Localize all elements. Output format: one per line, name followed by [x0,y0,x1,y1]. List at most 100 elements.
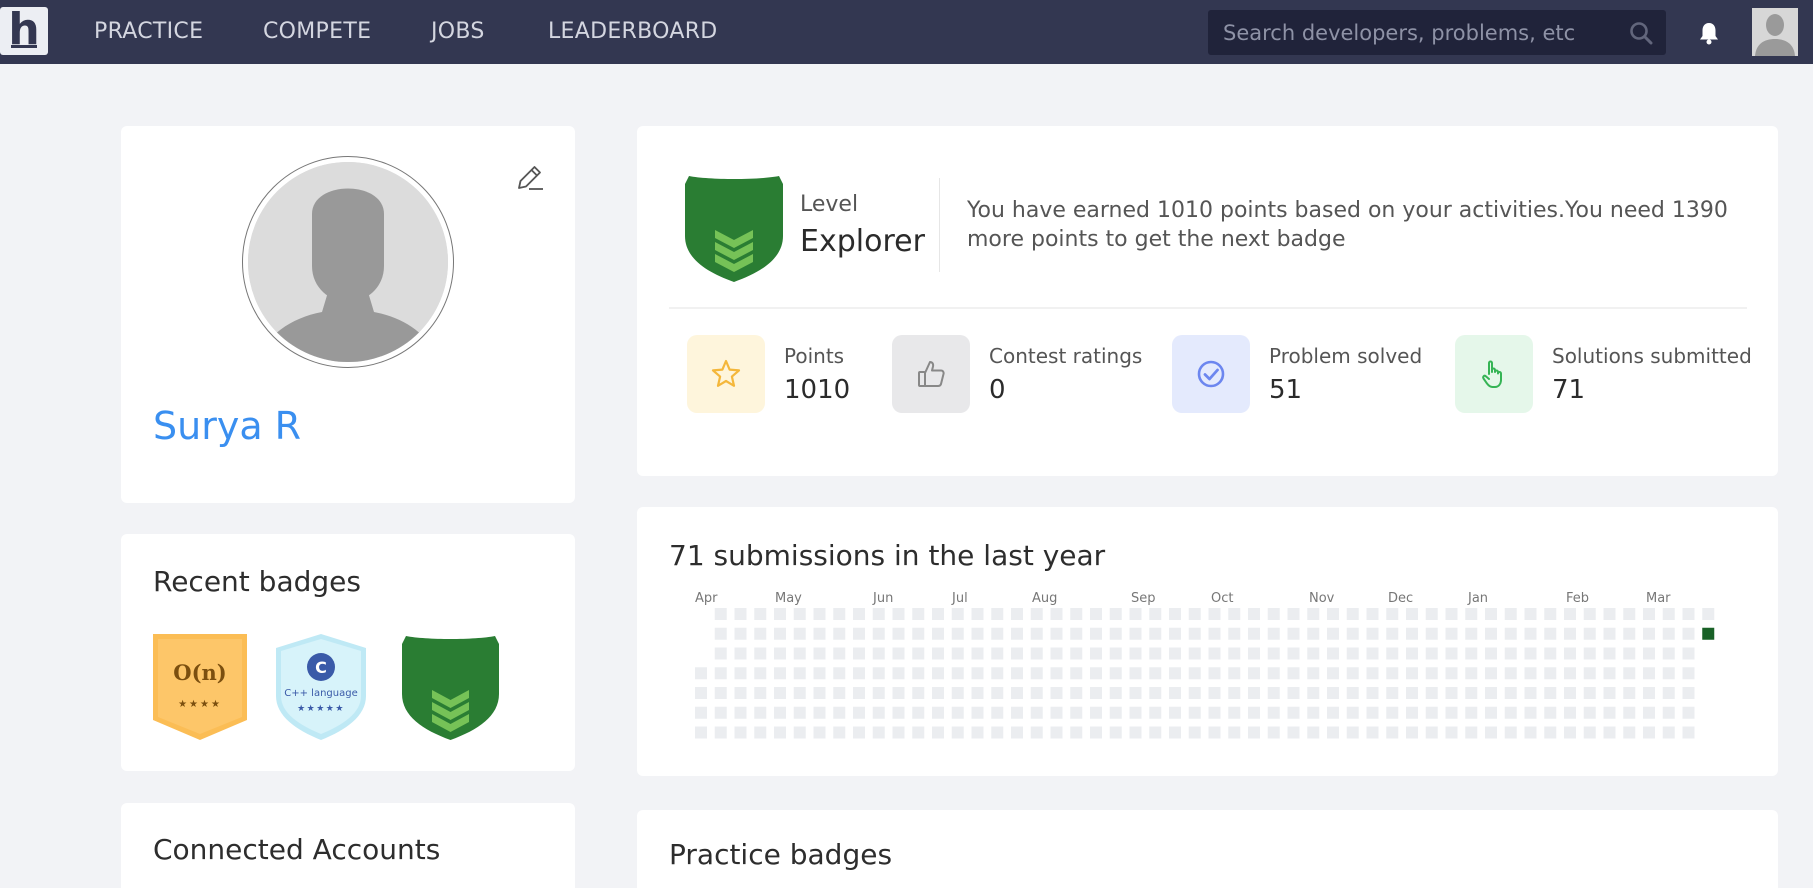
heatmap-day-cell[interactable] [1030,647,1043,660]
heatmap-day-cell[interactable] [1188,706,1201,719]
heatmap-day-cell[interactable] [1169,627,1181,640]
heatmap-day-cell[interactable] [1267,706,1280,719]
heatmap-day-cell[interactable] [1603,647,1616,660]
heatmap-day-cell[interactable] [813,726,826,739]
heatmap-day-cell[interactable] [1011,726,1023,739]
heatmap-day-cell[interactable] [1643,706,1655,719]
heatmap-day-cell[interactable] [695,687,707,699]
heatmap-day-cell[interactable] [1050,647,1063,660]
heatmap-day-cell[interactable] [1406,687,1418,699]
heatmap-day-cell[interactable] [1090,687,1102,699]
heatmap-day-cell[interactable] [1228,608,1241,620]
heatmap-day-cell[interactable] [774,726,786,739]
search-icon[interactable] [1628,20,1654,46]
heatmap-day-cell[interactable] [853,608,865,620]
heatmap-day-cell[interactable] [991,608,1004,620]
heatmap-day-cell[interactable] [714,647,727,660]
heatmap-day-cell[interactable] [892,627,905,640]
heatmap-day-cell[interactable] [1524,687,1537,699]
badge-o-n[interactable]: O(n) ★★★★ [153,634,247,740]
heatmap-day-cell[interactable] [1188,667,1201,680]
heatmap-day-cell[interactable] [971,608,984,620]
heatmap-day-cell[interactable] [951,667,964,680]
heatmap-day-cell[interactable] [1445,647,1458,660]
heatmap-day-cell[interactable] [774,667,786,680]
heatmap-day-cell[interactable] [734,627,747,640]
heatmap-day-cell[interactable] [1208,726,1221,739]
heatmap-day-cell[interactable] [1425,627,1438,640]
heatmap-day-cell[interactable] [1504,667,1517,680]
heatmap-day-cell[interactable] [1327,726,1339,739]
heatmap-day-cell[interactable] [1287,627,1300,640]
heatmap-day-cell[interactable] [1267,726,1280,739]
heatmap-day-cell[interactable] [1169,706,1181,719]
heatmap-day-cell[interactable] [1485,608,1497,620]
heatmap-day-cell[interactable] [1327,687,1339,699]
heatmap-day-cell[interactable] [1011,647,1023,660]
heatmap-day-cell[interactable] [1425,726,1438,739]
heatmap-day-cell[interactable] [951,687,964,699]
heatmap-day-cell[interactable] [971,687,984,699]
heatmap-day-cell[interactable] [1603,706,1616,719]
heatmap-day-cell[interactable] [1366,726,1379,739]
heatmap-day-cell[interactable] [734,667,747,680]
nav-compete[interactable]: COMPETE [263,20,371,44]
heatmap-day-cell[interactable] [1662,608,1675,620]
heatmap-day-cell[interactable] [1307,627,1320,640]
heatmap-day-cell[interactable] [833,687,846,699]
heatmap-day-cell[interactable] [1406,706,1418,719]
heatmap-day-cell[interactable] [1623,627,1636,640]
heatmap-day-cell[interactable] [1287,647,1300,660]
heatmap-day-cell[interactable] [1524,627,1537,640]
heatmap-day-cell[interactable] [1228,706,1241,719]
heatmap-day-cell[interactable] [853,687,865,699]
heatmap-day-cell[interactable] [1248,706,1260,719]
heatmap-day-cell[interactable] [833,667,846,680]
heatmap-day-cell[interactable] [1524,726,1537,739]
heatmap-day-cell[interactable] [1011,627,1023,640]
heatmap-day-cell[interactable] [1544,667,1557,680]
heatmap-day-cell[interactable] [1228,687,1241,699]
heatmap-day-cell[interactable] [833,627,846,640]
heatmap-day-cell[interactable] [1564,608,1576,620]
heatmap-day-cell[interactable] [1346,608,1359,620]
heatmap-day-cell[interactable] [1109,706,1122,719]
heatmap-day-cell[interactable] [1682,706,1695,719]
heatmap-day-cell[interactable] [892,706,905,719]
heatmap-day-cell[interactable] [1169,667,1181,680]
heatmap-day-cell[interactable] [793,706,806,719]
heatmap-day-cell[interactable] [1011,687,1023,699]
heatmap-day-cell[interactable] [912,627,925,640]
heatmap-day-cell[interactable] [833,608,846,620]
heatmap-day-cell[interactable] [1702,627,1715,640]
heatmap-day-cell[interactable] [1228,667,1241,680]
heatmap-day-cell[interactable] [695,726,707,739]
heatmap-day-cell[interactable] [1011,667,1023,680]
heatmap-day-cell[interactable] [951,627,964,640]
heatmap-day-cell[interactable] [1406,608,1418,620]
heatmap-day-cell[interactable] [1524,706,1537,719]
heatmap-day-cell[interactable] [951,706,964,719]
heatmap-day-cell[interactable] [991,726,1004,739]
heatmap-day-cell[interactable] [1643,608,1655,620]
heatmap-day-cell[interactable] [1248,647,1260,660]
heatmap-day-cell[interactable] [1406,726,1418,739]
heatmap-day-cell[interactable] [1623,687,1636,699]
heatmap-day-cell[interactable] [912,608,925,620]
heatmap-day-cell[interactable] [1544,706,1557,719]
heatmap-day-cell[interactable] [1129,627,1142,640]
heatmap-day-cell[interactable] [1564,667,1576,680]
hackerearth-logo[interactable]: h [0,7,48,55]
heatmap-day-cell[interactable] [1129,647,1142,660]
heatmap-day-cell[interactable] [1504,608,1517,620]
heatmap-day-cell[interactable] [793,726,806,739]
heatmap-day-cell[interactable] [1465,706,1478,719]
heatmap-day-cell[interactable] [1386,687,1399,699]
heatmap-day-cell[interactable] [1583,647,1596,660]
heatmap-day-cell[interactable] [1129,687,1142,699]
heatmap-day-cell[interactable] [754,687,767,699]
heatmap-day-cell[interactable] [1129,706,1142,719]
heatmap-day-cell[interactable] [1346,706,1359,719]
heatmap-day-cell[interactable] [1485,647,1497,660]
heatmap-day-cell[interactable] [714,667,727,680]
